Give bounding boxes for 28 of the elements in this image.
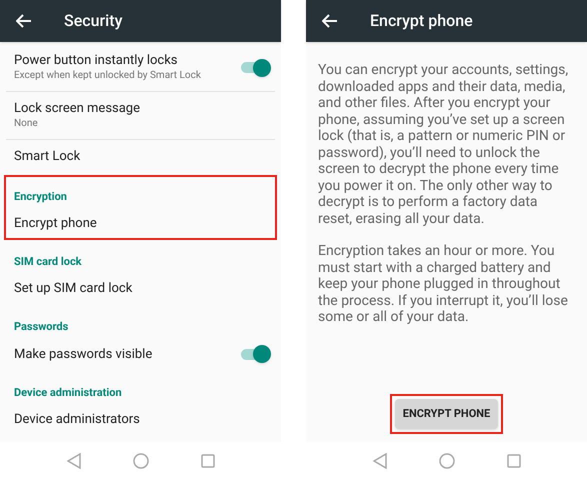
section-header: Passwords (14, 320, 68, 333)
back-arrow-icon (16, 14, 32, 28)
recents-square-icon (506, 454, 520, 468)
setting-title: Power button instantly locks (14, 52, 179, 69)
section-header: Device administration (14, 386, 122, 399)
setting-title: Lock screen message (14, 100, 142, 117)
encrypt-phone-button[interactable]: ENCRYPT PHONE (394, 399, 498, 429)
back-arrow-icon (322, 14, 338, 28)
back-triangle-icon (66, 453, 80, 469)
recents-square-icon (200, 454, 214, 468)
back-triangle-icon (372, 453, 386, 469)
setting-title: Make passwords visible (14, 346, 154, 362)
setting-title: Encrypt phone (14, 215, 98, 232)
setting-subtitle: Except when kept unlocked by Smart Lock (14, 69, 202, 83)
screen-title: Encrypt phone (370, 10, 473, 32)
description-paragraph: You can encrypt your accounts, settings, downloaded apps and their data, media, and other files. After you encrypt your phone, assuming you’ve set up a screen lock (that is, a pattern or numeric PIN or password), you’ll need to unlock the screen to decrypt the phone every time you power it on. The only other way to decrypt is to perform a factory data reset, erasing all your data. (318, 62, 570, 227)
description-paragraph: Encryption takes an hour or more. You must start with a charged battery and keep your phone plugged in throughout the process. If you interrupt it, you’ll lose some or all of your data. (318, 243, 569, 326)
setting-title: Device administrators (14, 411, 141, 428)
home-nav-button[interactable] (436, 451, 456, 471)
setting-title: Set up SIM card lock (14, 280, 134, 297)
section-header: Encryption (14, 190, 67, 203)
section-header: SIM card lock (14, 255, 82, 268)
home-circle-icon (132, 453, 148, 469)
setting-title: Smart Lock (14, 148, 82, 165)
home-nav-button[interactable] (130, 451, 150, 471)
setting-subtitle: None (14, 117, 39, 131)
screen-title: Security (64, 10, 122, 32)
home-circle-icon (438, 453, 454, 469)
